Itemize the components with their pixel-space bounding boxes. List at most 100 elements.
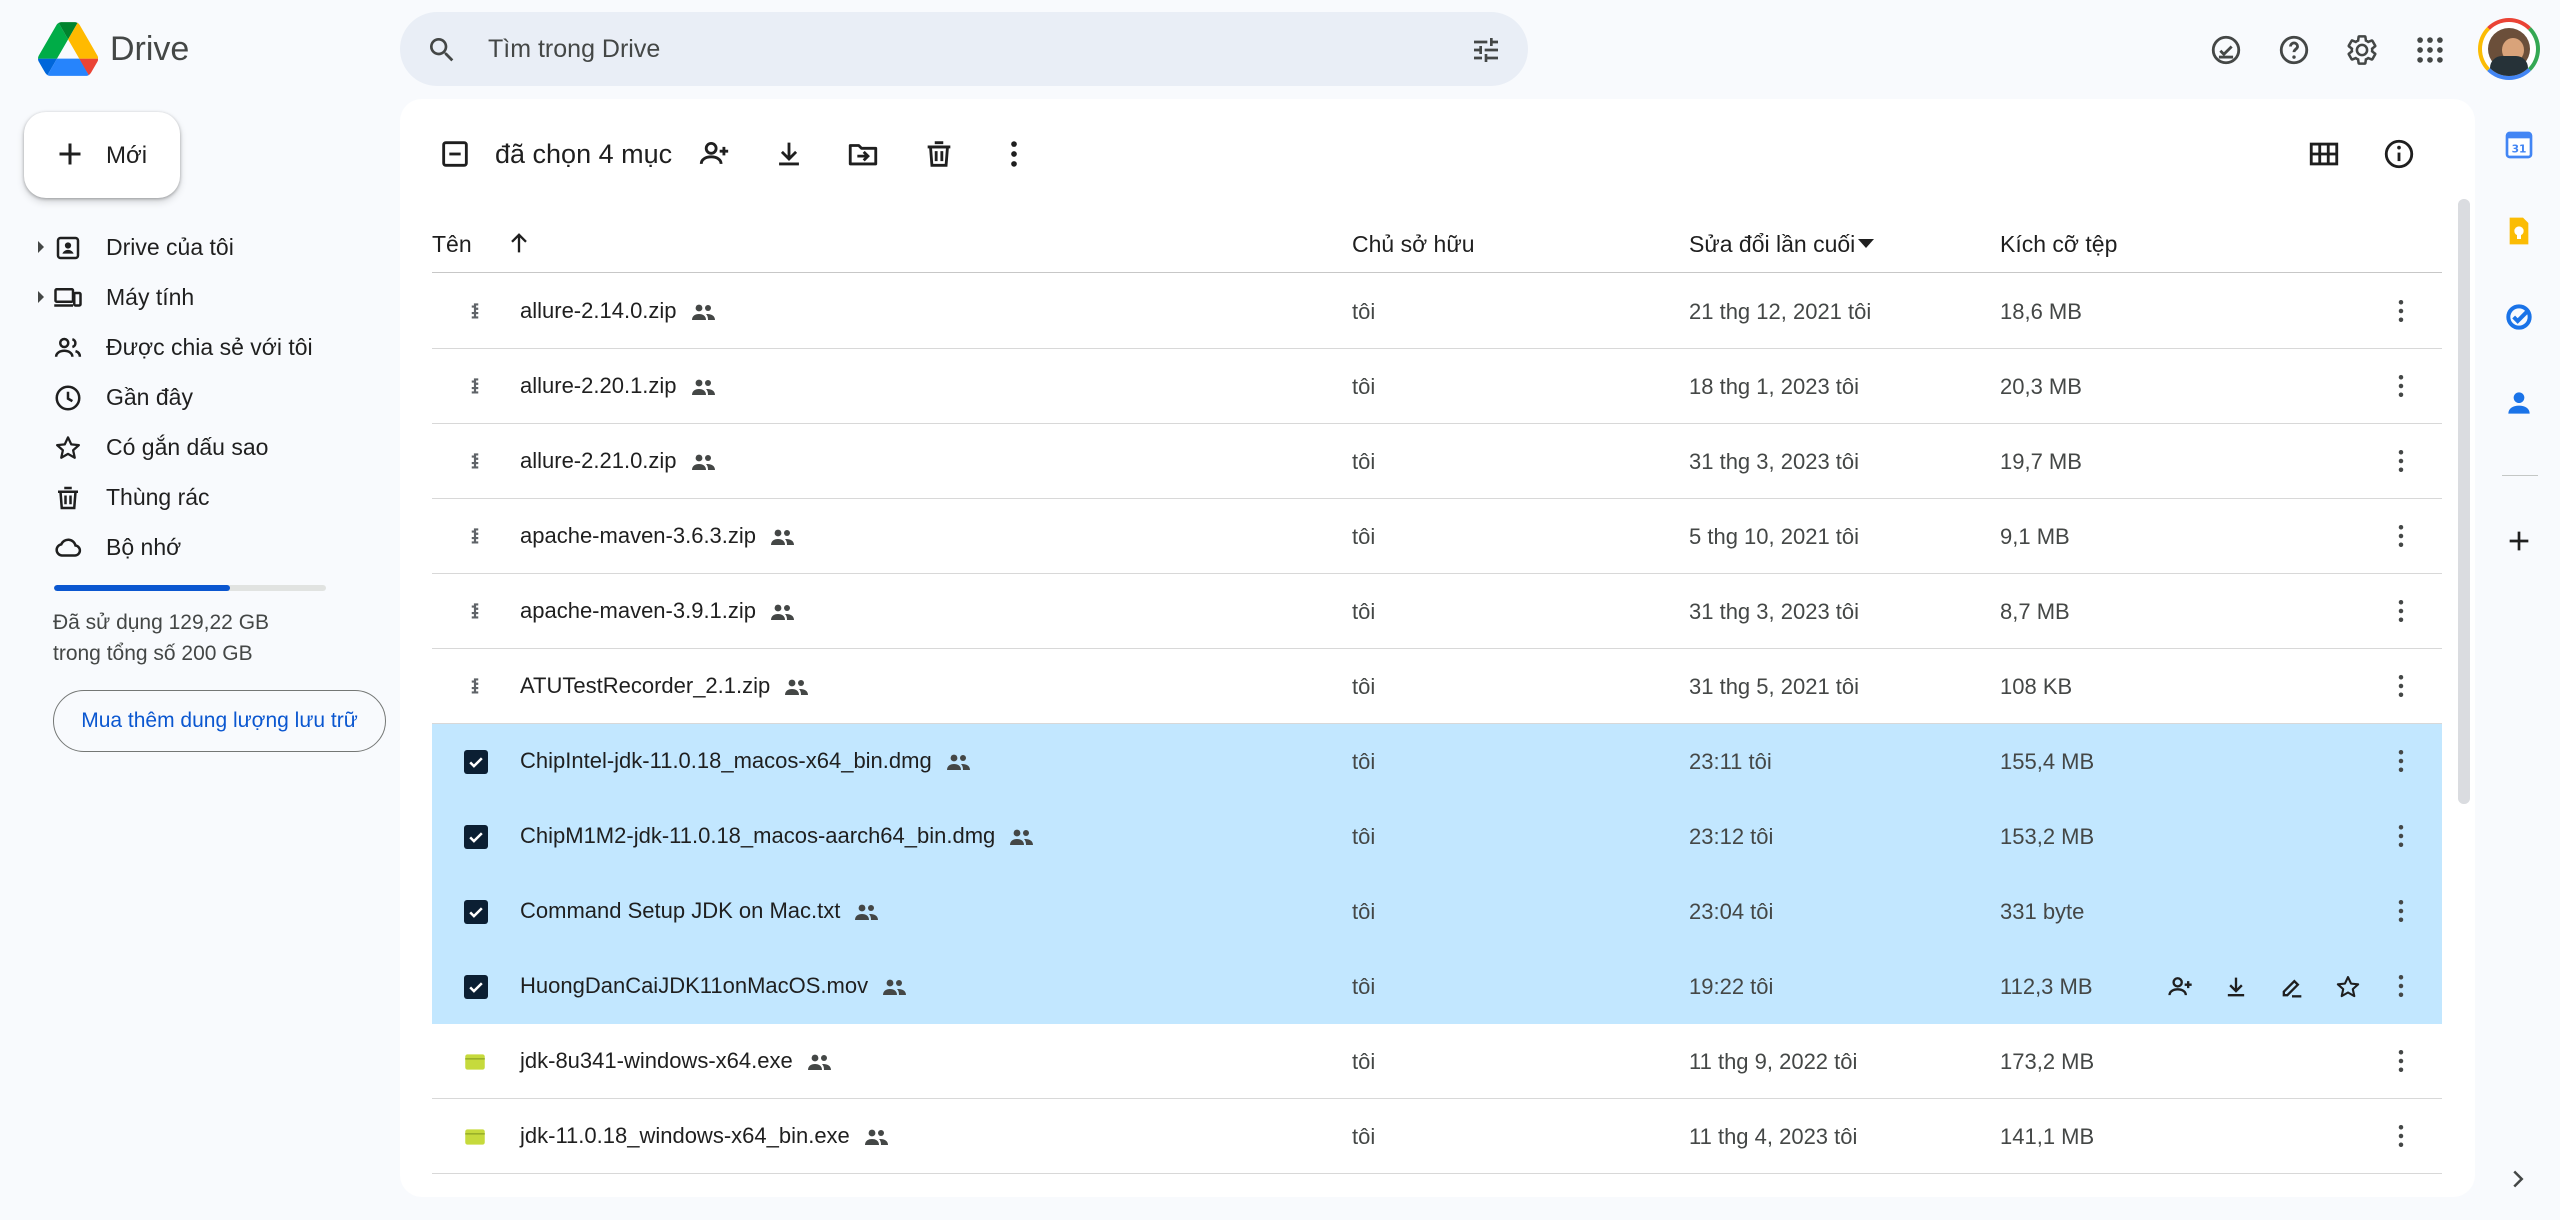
expand-caret-icon[interactable] [38,291,44,303]
row-checkbox[interactable] [464,900,488,924]
row-more-button[interactable] [2386,1046,2416,1076]
file-name[interactable]: jdk-8u341-windows-x64.exe [520,1048,833,1074]
delete-button[interactable] [922,137,956,171]
file-owner: tôi [1352,1049,1376,1074]
sidebar-item-my-drive[interactable]: Drive của tôi [0,222,400,272]
sidebar-item-computers[interactable]: Máy tính [0,272,400,322]
file-size: 8,7 MB [2000,599,2070,624]
row-more-button[interactable] [2386,371,2416,401]
clear-selection-button[interactable] [438,137,472,171]
file-modified: 21 thg 12, 2021 tôi [1689,299,1872,324]
row-more-button[interactable] [2386,671,2416,701]
buy-storage-button[interactable]: Mua thêm dung lượng lưu trữ [53,690,386,752]
expand-caret-icon[interactable] [38,241,44,253]
sort-ascending-icon[interactable] [505,229,533,257]
file-name-text: allure-2.20.1.zip [520,373,677,398]
row-share-button[interactable] [2152,969,2208,1005]
file-name[interactable]: apache-maven-3.9.1.zip [520,598,796,624]
row-more-button[interactable] [2386,521,2416,551]
table-row[interactable]: ATUTestRecorder_2.1.zip tôi 31 thg 5, 20… [432,649,2442,724]
file-name[interactable]: ChipM1M2-jdk-11.0.18_macos-aarch64_bin.d… [520,823,1035,849]
settings-button[interactable] [2332,20,2392,80]
gear-icon [2347,35,2377,65]
scrollbar-thumb[interactable] [2458,199,2470,804]
file-name[interactable]: allure-2.14.0.zip [520,298,717,324]
file-name[interactable]: jdk-11.0.18_windows-x64_bin.exe [520,1123,890,1149]
share-button[interactable] [697,137,731,171]
table-row[interactable]: jdk-8u341-windows-x64.exe tôi 11 thg 9, … [432,1024,2442,1099]
shared-people-icon [770,601,796,621]
file-modified: 23:12 tôi [1689,824,1774,849]
sidebar-item-storage[interactable]: Bộ nhớ [0,522,400,572]
table-row[interactable]: Command Setup JDK on Mac.txt tôi 23:04 t… [432,874,2442,949]
table-row[interactable]: jdk-11.0.18_windows-x64_bin.exe tôi 11 t… [432,1099,2442,1174]
sidebar-item-recent[interactable]: Gần đây [0,372,400,422]
file-name[interactable]: HuongDanCaiJDK11onMacOS.mov [520,973,908,999]
search-options-icon[interactable] [1470,34,1502,66]
search-input[interactable] [488,30,1388,68]
storage-text: Đã sử dụng 129,22 GB trong tổng số 200 G… [53,607,269,669]
table-row[interactable]: ChipIntel-jdk-11.0.18_macos-x64_bin.dmg … [432,724,2442,799]
chevron-right-icon[interactable] [2503,1164,2533,1194]
shared-people-icon [854,901,880,921]
row-more-button[interactable] [2386,296,2416,326]
table-row[interactable]: HuongDanCaiJDK11onMacOS.mov tôi 19:22 tô… [432,949,2442,1024]
column-header-name[interactable]: Tên [432,231,472,258]
column-header-size[interactable]: Kích cỡ tệp [2000,231,2117,258]
file-name[interactable]: ChipIntel-jdk-11.0.18_macos-x64_bin.dmg [520,748,972,774]
grid-view-button[interactable] [2307,137,2341,171]
table-row[interactable]: allure-2.20.1.zip tôi 18 thg 1, 2023 tôi… [432,349,2442,424]
contacts-app-button[interactable] [2490,374,2548,432]
drive-logo[interactable]: Drive [38,22,189,76]
table-row[interactable]: allure-2.21.0.zip tôi 31 thg 3, 2023 tôi… [432,424,2442,499]
table-row[interactable]: apache-maven-3.9.1.zip tôi 31 thg 3, 202… [432,574,2442,649]
new-button-label: Mới [106,142,148,169]
row-checkbox[interactable] [464,975,488,999]
table-row[interactable]: apache-maven-3.6.3.zip tôi 5 thg 10, 202… [432,499,2442,574]
search-icon[interactable] [426,34,458,66]
row-more-button[interactable] [2386,896,2416,926]
row-rename-button[interactable] [2264,969,2320,1005]
file-name[interactable]: allure-2.21.0.zip [520,448,717,474]
get-addons-button[interactable] [2490,512,2548,570]
scrollbar[interactable] [2458,199,2470,804]
ready-offline-button[interactable] [2196,20,2256,80]
zip-file-icon [462,674,488,700]
calendar-app-button[interactable]: 31 [2490,116,2548,174]
details-button[interactable] [2382,137,2416,171]
table-row[interactable]: ChipM1M2-jdk-11.0.18_macos-aarch64_bin.d… [432,799,2442,874]
sidebar-item-shared[interactable]: Được chia sẻ với tôi [0,322,400,372]
sidebar-item-starred[interactable]: Có gắn dấu sao [0,422,400,472]
help-button[interactable] [2264,20,2324,80]
file-name[interactable]: allure-2.20.1.zip [520,373,717,399]
row-more-button[interactable] [2386,821,2416,851]
help-icon [2279,35,2309,65]
file-name[interactable]: ATUTestRecorder_2.1.zip [520,673,810,699]
row-checkbox[interactable] [464,825,488,849]
tasks-app-button[interactable] [2490,288,2548,346]
row-more-button[interactable] [2386,446,2416,476]
table-row[interactable]: allure-2.14.0.zip tôi 21 thg 12, 2021 tô… [432,274,2442,349]
row-checkbox[interactable] [464,750,488,774]
column-header-owner[interactable]: Chủ sở hữu [1352,231,1475,258]
download-button[interactable] [772,137,806,171]
keep-app-button[interactable] [2490,202,2548,260]
new-button[interactable]: Mới [24,112,180,198]
row-more-button[interactable] [2386,1121,2416,1151]
column-header-modified[interactable]: Sửa đổi lần cuối [1689,231,1855,258]
apps-button[interactable] [2400,20,2460,80]
file-name[interactable]: apache-maven-3.6.3.zip [520,523,796,549]
sort-dropdown-icon[interactable] [1858,239,1874,248]
file-name[interactable]: Command Setup JDK on Mac.txt [520,898,880,924]
row-more-button[interactable] [2386,596,2416,626]
account-avatar[interactable] [2478,18,2540,80]
sidebar-nav: Drive của tôi Máy tính Được chia sẻ với … [0,222,400,572]
row-more-button[interactable] [2386,971,2416,1001]
row-star-button[interactable] [2320,969,2376,1005]
row-more-button[interactable] [2386,746,2416,776]
sidebar-item-trash[interactable]: Thùng rác [0,472,400,522]
more-actions-button[interactable] [997,137,1031,171]
row-download-button[interactable] [2208,969,2264,1005]
move-button[interactable] [846,137,880,171]
search-bar[interactable] [400,12,1528,86]
